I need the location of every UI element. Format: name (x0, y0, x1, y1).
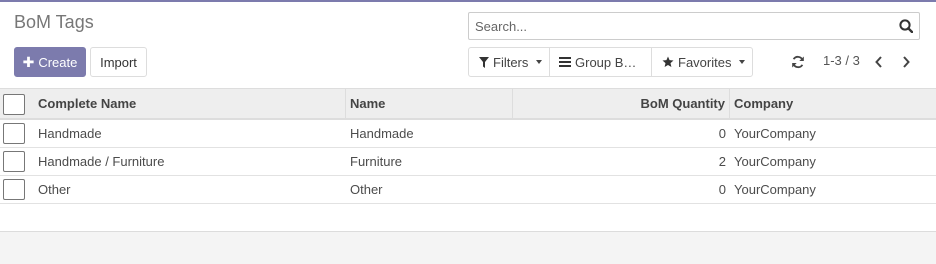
chevron-left-icon[interactable] (873, 55, 885, 69)
search-box[interactable] (468, 12, 920, 40)
cell-company: YourCompany (734, 182, 816, 197)
select-all-checkbox[interactable] (3, 94, 25, 115)
cell-name: Other (350, 182, 383, 197)
import-button[interactable]: Import (90, 47, 147, 77)
caret-down-icon (536, 60, 543, 64)
page-title: BoM Tags (14, 12, 94, 32)
bars-icon (559, 57, 571, 67)
pager-value[interactable]: 1-3 / 3 (823, 53, 860, 68)
cell-company: YourCompany (734, 126, 816, 141)
create-button[interactable]: ✚ Create (14, 47, 86, 77)
cell-complete-name: Handmade / Furniture (38, 154, 165, 169)
filters-dropdown[interactable]: Filters (468, 47, 550, 77)
filters-label: Filters (493, 54, 529, 70)
favorites-label: Favorites (678, 54, 732, 70)
cell-bom-quantity: 2 (718, 154, 726, 169)
column-header-bom-quantity[interactable]: BoM Quantity (513, 89, 730, 119)
plus-icon: ✚ (22, 53, 35, 70)
table-row[interactable]: Handmade Handmade 0 YourCompany (0, 120, 936, 148)
row-checkbox[interactable] (3, 179, 25, 200)
list-table: Complete Name Name BoM Quantity Company … (0, 88, 936, 204)
row-checkbox[interactable] (3, 151, 25, 172)
cell-bom-quantity: 0 (718, 126, 726, 141)
column-header-complete-name[interactable]: Complete Name (29, 89, 346, 119)
caret-down-icon (739, 60, 746, 64)
group-by-dropdown[interactable]: Group B… (550, 47, 652, 77)
import-button-label: Import (100, 54, 137, 70)
group-by-label: Group B… (575, 54, 637, 70)
filter-icon (479, 56, 489, 68)
column-header-name[interactable]: Name (346, 89, 513, 119)
cell-bom-quantity: 0 (718, 182, 726, 197)
top-accent-bar (0, 0, 936, 2)
chevron-right-icon[interactable] (900, 55, 912, 69)
row-checkbox[interactable] (3, 123, 25, 144)
create-button-label: Create (38, 54, 78, 70)
star-icon (662, 56, 674, 68)
refresh-icon[interactable] (791, 55, 805, 69)
search-icon[interactable] (899, 19, 913, 33)
favorites-dropdown[interactable]: Favorites (651, 47, 753, 77)
search-input[interactable] (469, 13, 889, 39)
cell-name: Furniture (350, 154, 403, 169)
cell-company: YourCompany (734, 154, 816, 169)
cell-complete-name: Other (38, 182, 71, 197)
table-row[interactable]: Handmade / Furniture Furniture 2 YourCom… (0, 148, 936, 176)
table-header: Complete Name Name BoM Quantity Company (0, 88, 936, 120)
column-header-company[interactable]: Company (734, 89, 934, 119)
table-row[interactable]: Other Other 0 YourCompany (0, 176, 936, 204)
table-footer (0, 231, 936, 264)
cell-complete-name: Handmade (38, 126, 102, 141)
cell-name: Handmade (350, 126, 414, 141)
